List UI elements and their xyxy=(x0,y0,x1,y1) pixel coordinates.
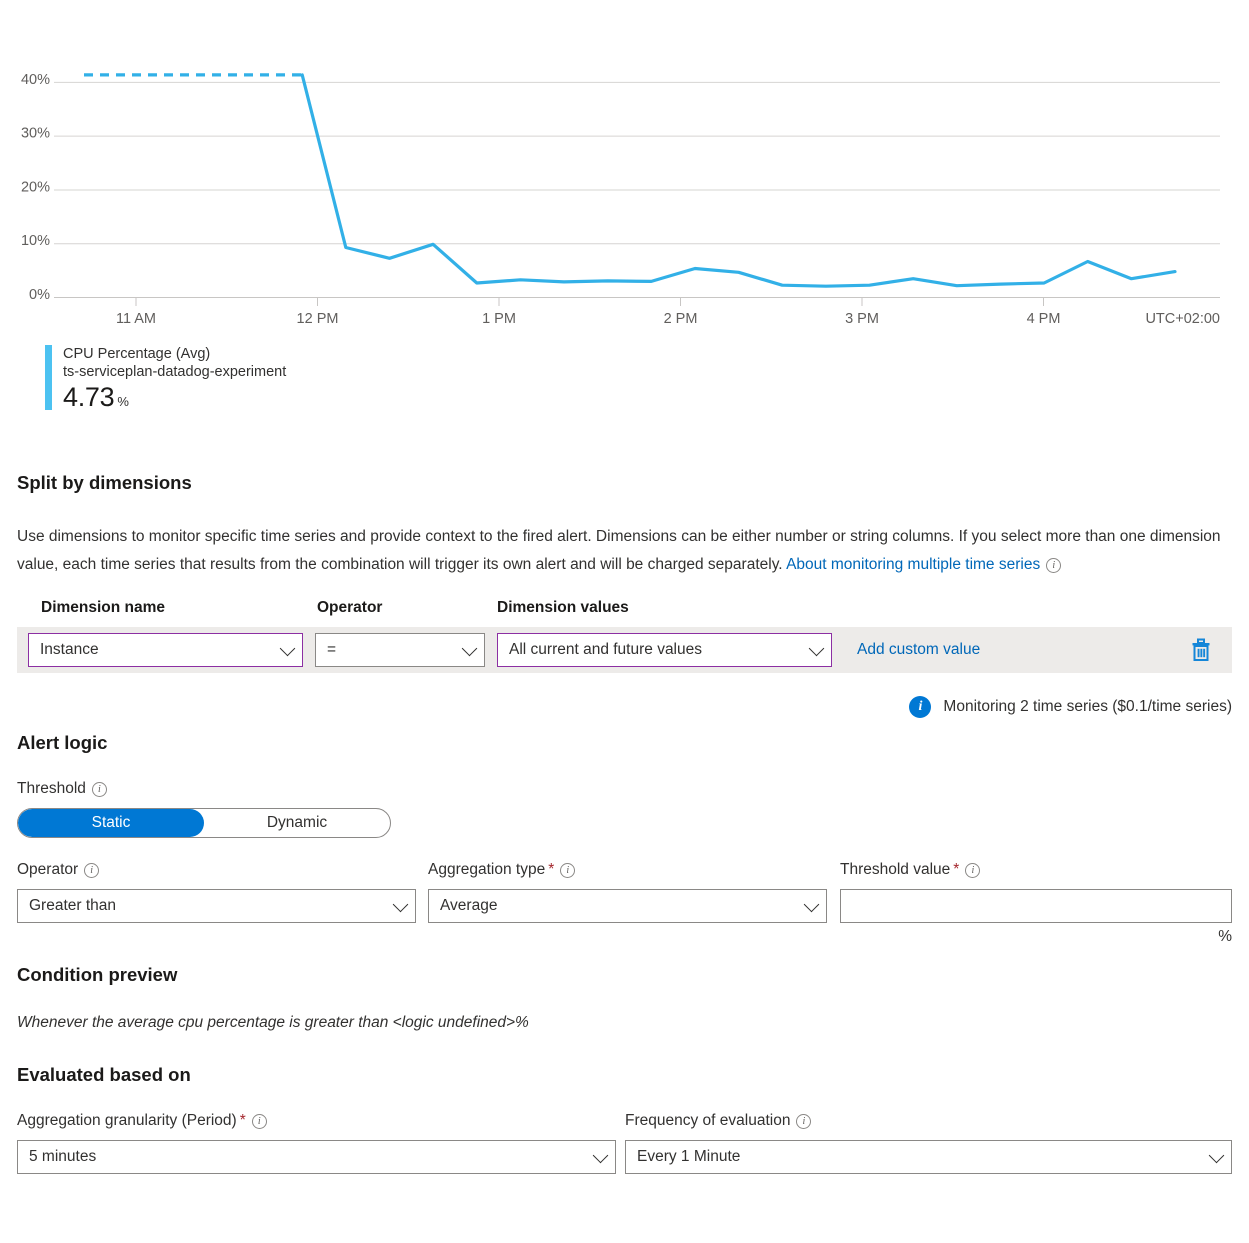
chevron-down-icon xyxy=(592,1147,609,1164)
threshold-type-toggle[interactable]: Static Dynamic xyxy=(17,808,391,838)
frequency-of-evaluation-label: Frequency of evaluation xyxy=(625,1112,791,1129)
legend-latest-value: 4.73 xyxy=(63,382,115,412)
about-monitoring-multiple-time-series-link[interactable]: About monitoring multiple time series xyxy=(786,556,1040,573)
aggregation-granularity-label: Aggregation granularity (Period) xyxy=(17,1112,237,1129)
chevron-down-icon xyxy=(392,896,409,913)
aggregation-granularity-select[interactable]: 5 minutes xyxy=(17,1140,616,1174)
svg-text:30%: 30% xyxy=(21,126,50,142)
time-series-monitoring-note: i Monitoring 2 time series ($0.1/time se… xyxy=(17,696,1232,718)
operator-label: Operator xyxy=(17,861,79,878)
required-indicator: * xyxy=(953,861,960,878)
aggregation-type-label: Aggregation type xyxy=(428,861,546,878)
dimension-operator-value: = xyxy=(327,641,337,658)
trash-icon xyxy=(1192,638,1210,661)
chart-x-axis-labels: 11 AM 12 PM 1 PM 2 PM 3 PM 4 PM UTC+02:00 xyxy=(116,298,1220,327)
column-header-dimension-values: Dimension values xyxy=(497,599,629,616)
svg-text:40%: 40% xyxy=(21,72,50,88)
svg-text:4 PM: 4 PM xyxy=(1027,311,1061,327)
legend-series-name: CPU Percentage (Avg) xyxy=(63,346,211,362)
operator-select[interactable]: Greater than xyxy=(17,889,416,923)
operator-value: Greater than xyxy=(29,897,117,914)
legend-unit: % xyxy=(117,394,129,409)
threshold-option-dynamic[interactable]: Dynamic xyxy=(204,809,390,837)
dimension-row: Instance = All current and future values… xyxy=(17,627,1232,673)
dimension-operator-select[interactable]: = xyxy=(315,633,485,667)
svg-text:1 PM: 1 PM xyxy=(482,311,516,327)
info-icon[interactable]: i xyxy=(796,1114,812,1129)
svg-text:10%: 10% xyxy=(21,233,50,249)
series-solid-segment xyxy=(300,73,1177,288)
chevron-down-icon xyxy=(803,896,820,913)
required-indicator: * xyxy=(548,861,555,878)
svg-text:UTC+02:00: UTC+02:00 xyxy=(1145,311,1220,327)
aggregation-type-value: Average xyxy=(440,897,498,914)
legend-resource-name: ts-serviceplan-datadog-experiment xyxy=(63,364,287,380)
info-icon[interactable]: i xyxy=(965,863,981,878)
threshold-value-input[interactable] xyxy=(840,889,1232,923)
dimension-name-value: Instance xyxy=(40,641,99,658)
delete-dimension-button[interactable] xyxy=(1190,638,1212,662)
split-by-dimensions-description: Use dimensions to monitor specific time … xyxy=(17,523,1232,578)
svg-text:3 PM: 3 PM xyxy=(845,311,879,327)
frequency-of-evaluation-value: Every 1 Minute xyxy=(637,1148,741,1165)
info-badge-icon: i xyxy=(909,696,932,718)
time-series-note-text: Monitoring 2 time series ($0.1/time seri… xyxy=(943,698,1232,715)
metric-chart-svg: 0% 10% 20% 30% 40% 11 AM 12 PM 1 PM 2 PM 3 PM 4 P… xyxy=(21,72,1220,327)
dimension-values-value: All current and future values xyxy=(509,641,702,658)
threshold-label: Threshold xyxy=(17,780,86,797)
split-by-dimensions-heading: Split by dimensions xyxy=(17,472,192,493)
condition-preview-heading: Condition preview xyxy=(17,964,178,985)
chart-gridlines xyxy=(54,81,1220,298)
legend-color-swatch xyxy=(45,345,52,410)
svg-text:2 PM: 2 PM xyxy=(664,311,698,327)
dimension-name-select[interactable]: Instance xyxy=(28,633,303,667)
column-header-operator: Operator xyxy=(317,599,383,616)
column-header-dimension-name: Dimension name xyxy=(41,599,166,616)
aggregation-granularity-value: 5 minutes xyxy=(29,1148,97,1165)
alert-logic-heading: Alert logic xyxy=(17,732,108,753)
svg-text:0%: 0% xyxy=(29,287,50,303)
threshold-unit-suffix: % xyxy=(1218,928,1232,945)
threshold-value-label: Threshold value xyxy=(840,861,951,878)
add-custom-value-button[interactable]: Add custom value xyxy=(857,641,980,659)
chart-y-axis-labels: 0% 10% 20% 30% 40% xyxy=(21,72,50,303)
chevron-down-icon xyxy=(279,640,296,657)
svg-text:11 AM: 11 AM xyxy=(116,311,156,327)
chevron-down-icon xyxy=(808,640,825,657)
chart-legend: CPU Percentage (Avg) ts-serviceplan-data… xyxy=(45,345,286,413)
svg-text:12 PM: 12 PM xyxy=(297,311,339,327)
evaluated-based-on-heading: Evaluated based on xyxy=(17,1064,191,1085)
svg-text:20%: 20% xyxy=(21,179,50,195)
threshold-option-static[interactable]: Static xyxy=(18,809,204,837)
info-icon[interactable]: i xyxy=(91,782,107,797)
dimension-values-select[interactable]: All current and future values xyxy=(497,633,832,667)
aggregation-type-select[interactable]: Average xyxy=(428,889,827,923)
info-icon[interactable]: i xyxy=(251,1114,267,1129)
info-icon[interactable]: i xyxy=(84,863,100,878)
metric-chart-panel: 0% 10% 20% 30% 40% 11 AM 12 PM 1 PM 2 PM 3 PM 4 P… xyxy=(0,0,1249,430)
condition-preview-text: Whenever the average cpu percentage is g… xyxy=(17,1014,529,1031)
frequency-of-evaluation-select[interactable]: Every 1 Minute xyxy=(625,1140,1232,1174)
chevron-down-icon xyxy=(1208,1147,1225,1164)
required-indicator: * xyxy=(239,1112,246,1129)
info-icon[interactable]: i xyxy=(1046,557,1062,573)
info-icon[interactable]: i xyxy=(560,863,576,878)
chevron-down-icon xyxy=(461,640,478,657)
